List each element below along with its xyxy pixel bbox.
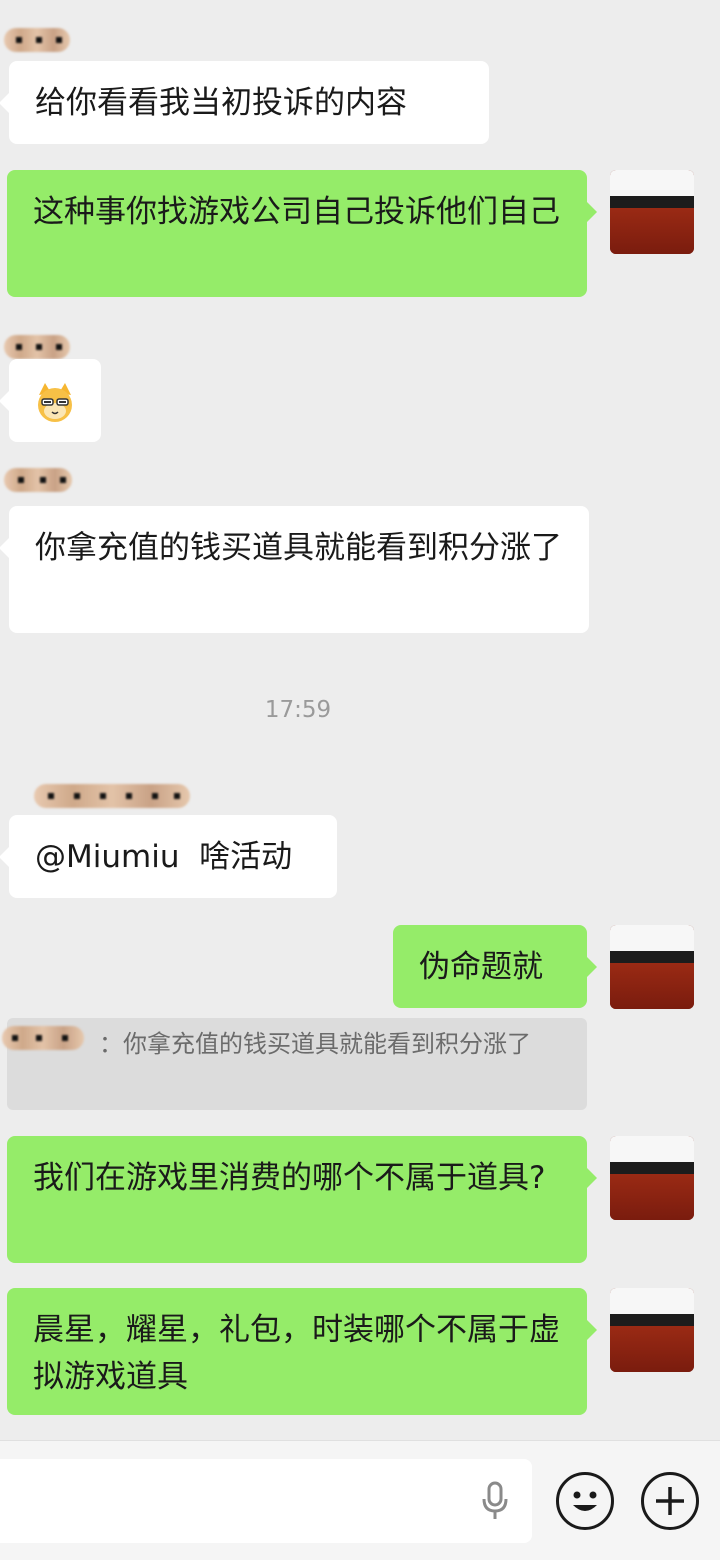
chat-input-bar	[0, 1440, 720, 1560]
sender-name-blurred	[34, 784, 190, 808]
message-bubble-outgoing[interactable]: 这种事你找游戏公司自己投诉他们自己	[7, 170, 597, 297]
more-button[interactable]	[641, 1472, 699, 1530]
quoted-message[interactable]: ：你拿充值的钱买道具就能看到积分涨了	[7, 1018, 587, 1110]
message-bubble-incoming[interactable]: 你拿充值的钱买道具就能看到积分涨了	[0, 506, 589, 633]
message-bubble-incoming[interactable]: 给你看看我当初投诉的内容	[0, 61, 489, 144]
emoji-button[interactable]	[556, 1472, 614, 1530]
cat-emoji-icon	[38, 383, 72, 422]
smiley-icon	[573, 1491, 597, 1511]
message-bubble-outgoing[interactable]: 我们在游戏里消费的哪个不属于道具?	[7, 1136, 597, 1263]
message-bubble-incoming[interactable]: @Miumiu 啥活动	[0, 815, 337, 898]
sender-name-blurred	[4, 468, 72, 492]
plus-icon	[656, 1487, 684, 1515]
quoted-message-text: ：你拿充值的钱买道具就能看到积分涨了	[99, 1030, 531, 1058]
timestamp: 17:59	[264, 697, 332, 723]
sender-name-blurred	[4, 335, 70, 359]
my-avatar[interactable]	[610, 170, 694, 254]
my-avatar[interactable]	[610, 1288, 694, 1372]
my-avatar[interactable]	[610, 925, 694, 1009]
quoted-sender-name-blurred	[2, 1026, 84, 1050]
message-input[interactable]	[0, 1459, 532, 1543]
message-bubble-outgoing[interactable]: 伪命题就	[393, 925, 597, 1008]
sticker-bubble[interactable]	[0, 359, 101, 442]
microphone-icon[interactable]	[480, 1481, 510, 1521]
my-avatar[interactable]	[610, 1136, 694, 1220]
message-bubble-outgoing[interactable]: 晨星，耀星，礼包，时装哪个不属于虚拟游戏道具	[7, 1288, 597, 1415]
sender-name-blurred	[4, 28, 70, 52]
